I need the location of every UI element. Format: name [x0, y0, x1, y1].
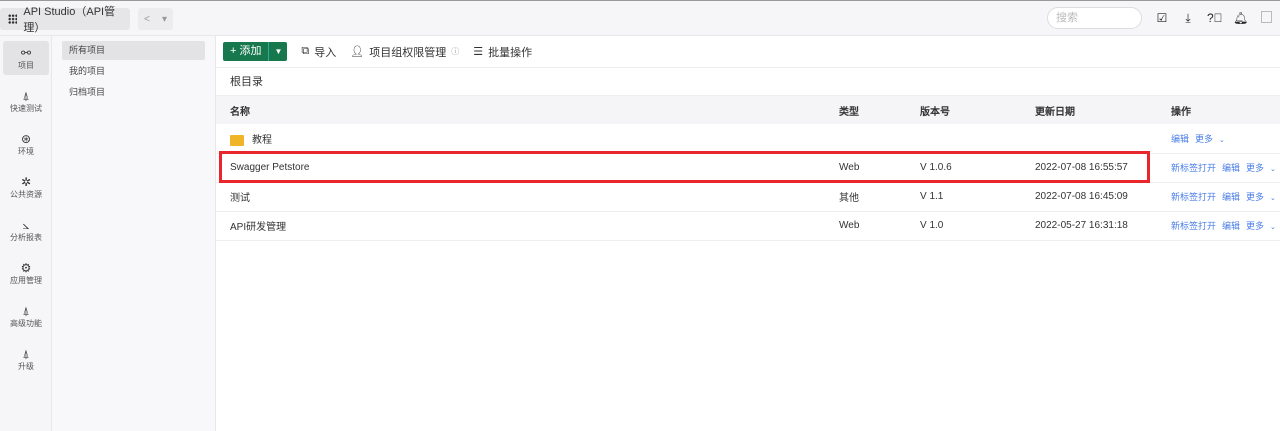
- rail-item[interactable]: ⦣ 分析报表: [3, 213, 49, 247]
- cell-name[interactable]: API研发管理: [216, 211, 825, 241]
- download-icon[interactable]: ⤓: [1181, 11, 1195, 25]
- cell-actions: 新标签打开 编辑 更多 ⌄: [1157, 182, 1280, 212]
- rail-item[interactable]: ✲ 公共资源: [3, 170, 49, 204]
- icon-rail: ⚯ 项目 ⍋ 快速测试 ⊛ 环境 ✲ 公共资源 ⦣ 分析报表 ⚙ 应用管理 ⍋ 高级功能 ⍋ 升级: [0, 36, 52, 431]
- action-link[interactable]: 更多: [1246, 221, 1264, 231]
- toolbar: + 添加 ▼ ⧉ 导入 👤︎ 项目组权限管理 ⓘ ☰ 批量操作: [216, 36, 1280, 68]
- action-link[interactable]: 更多: [1246, 192, 1264, 202]
- cell-date: 2022-07-08 16:45:09: [1021, 182, 1157, 212]
- action-link[interactable]: 编辑: [1171, 134, 1189, 144]
- folder-icon: [230, 134, 244, 146]
- action-link[interactable]: 更多: [1195, 134, 1213, 144]
- main-content: + 添加 ▼ ⧉ 导入 👤︎ 项目组权限管理 ⓘ ☰ 批量操作 根目录 名称 类型 版本号…: [216, 36, 1280, 431]
- top-bar: API Studio（API管理） < ▾ 搜索 ☑ ⤓ ?⃝ 🔔︎: [0, 1, 1280, 36]
- action-link[interactable]: 更多: [1246, 163, 1264, 173]
- col-date: 更新日期: [1021, 96, 1157, 124]
- col-version: 版本号: [906, 96, 1021, 124]
- project-icon: ⚯: [20, 45, 32, 60]
- action-link[interactable]: 编辑: [1222, 192, 1240, 202]
- col-name: 名称: [216, 96, 825, 124]
- chart-icon: ⦣: [22, 217, 30, 232]
- table-row[interactable]: API研发管理 Web V 1.0 2022-05-27 16:31:18 新标…: [216, 211, 1280, 241]
- add-button[interactable]: + 添加 ▼: [223, 42, 288, 61]
- list-icon: ☰: [473, 46, 484, 58]
- import-button[interactable]: ⧉ 导入: [301, 44, 336, 60]
- subnav-all-projects[interactable]: 所有项目: [62, 41, 205, 60]
- add-dropdown-icon[interactable]: ▼: [268, 42, 287, 61]
- chevron-down-icon[interactable]: ⌄: [1219, 137, 1225, 144]
- import-icon: ⧉: [301, 45, 310, 57]
- rocket-icon: ⍋: [22, 346, 30, 361]
- action-link[interactable]: 编辑: [1222, 163, 1240, 173]
- action-link[interactable]: 新标签打开: [1171, 221, 1216, 231]
- gear-icon: ⚙: [20, 260, 32, 275]
- subnav-my-projects[interactable]: 我的项目: [62, 62, 205, 81]
- avatar[interactable]: [1261, 11, 1272, 23]
- permission-button[interactable]: 👤︎ 项目组权限管理 ⓘ: [350, 44, 459, 60]
- rail-item[interactable]: ⍋ 升级: [3, 342, 49, 376]
- breadcrumb[interactable]: 根目录: [216, 68, 1280, 96]
- rocket-icon: ⍋: [22, 88, 30, 103]
- table-row[interactable]: 教程 编辑 更多 ⌄: [216, 124, 1280, 154]
- cell-name[interactable]: 教程: [216, 124, 825, 154]
- app-switcher[interactable]: API Studio（API管理）: [0, 6, 130, 34]
- batch-button[interactable]: ☰ 批量操作: [473, 44, 532, 60]
- chevron-down-icon[interactable]: ⌄: [1270, 195, 1276, 202]
- cell-type: 其他: [825, 182, 906, 212]
- cell-type: Web: [825, 211, 906, 241]
- info-icon: ⓘ: [451, 47, 460, 56]
- cell-name[interactable]: 测试: [216, 182, 825, 212]
- apps-grid-icon: [8, 14, 18, 24]
- cell-actions: 新标签打开 编辑 更多 ⌄: [1157, 211, 1280, 241]
- search-input[interactable]: 搜索: [1047, 7, 1142, 29]
- caret-down-icon[interactable]: ▾: [162, 14, 167, 25]
- puzzle-icon: ✲: [20, 174, 32, 189]
- action-link[interactable]: 新标签打开: [1171, 192, 1216, 202]
- cell-type: [825, 124, 906, 154]
- bell-icon[interactable]: 🔔︎: [1233, 11, 1248, 25]
- project-subnav: 所有项目 我的项目 归档项目: [52, 36, 216, 431]
- cell-date: 2022-05-27 16:31:18: [1021, 211, 1157, 241]
- rail-item[interactable]: ⚙ 应用管理: [3, 256, 49, 290]
- cell-actions: 新标签打开 编辑 更多 ⌄: [1157, 153, 1280, 183]
- chevron-left-icon[interactable]: <: [144, 14, 150, 25]
- col-type: 类型: [825, 96, 906, 124]
- cell-actions: 编辑 更多 ⌄: [1157, 124, 1280, 154]
- cell-version: V 1.0: [906, 211, 1021, 241]
- action-link[interactable]: 编辑: [1222, 221, 1240, 231]
- action-link[interactable]: 新标签打开: [1171, 163, 1216, 173]
- chevron-down-icon[interactable]: ⌄: [1270, 224, 1276, 231]
- rail-item[interactable]: ⚯ 项目: [3, 41, 49, 75]
- chevron-down-icon[interactable]: ⌄: [1270, 166, 1276, 173]
- highlight-box: [219, 151, 1150, 183]
- subnav-archived-projects[interactable]: 归档项目: [62, 83, 205, 102]
- cell-version: V 1.1: [906, 182, 1021, 212]
- user-icon: 👤︎: [350, 46, 365, 58]
- col-actions: 操作: [1157, 96, 1280, 124]
- help-icon[interactable]: ?⃝: [1207, 11, 1223, 25]
- rail-item[interactable]: ⊛ 环境: [3, 127, 49, 161]
- nav-back-button[interactable]: < ▾: [138, 8, 173, 30]
- cell-version: [906, 124, 1021, 154]
- rail-item[interactable]: ⍋ 快速测试: [3, 84, 49, 118]
- environment-icon: ⊛: [20, 131, 32, 146]
- calendar-check-icon[interactable]: ☑: [1155, 11, 1169, 25]
- table-row[interactable]: 测试 其他 V 1.1 2022-07-08 16:45:09 新标签打开 编辑更…: [216, 182, 1280, 212]
- cell-date: [1021, 124, 1157, 154]
- rail-item[interactable]: ⍋ 高级功能: [3, 299, 49, 333]
- rocket-icon: ⍋: [22, 303, 30, 318]
